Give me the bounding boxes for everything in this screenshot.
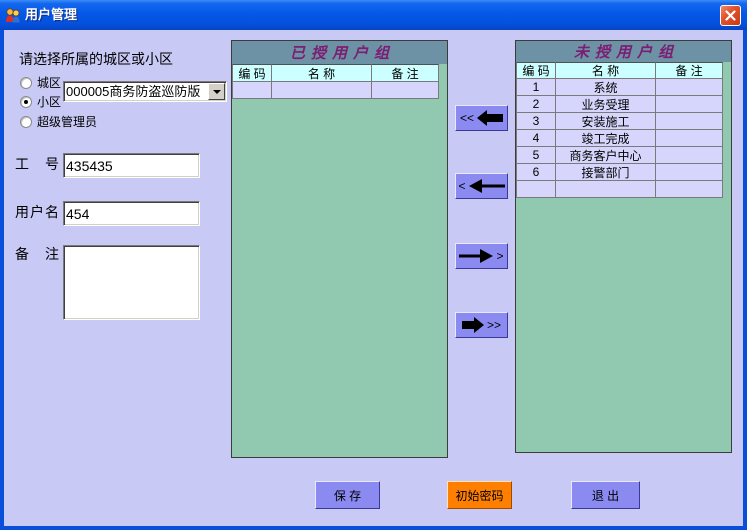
area-select[interactable]: 000005商务防盗巡防版 <box>63 81 227 102</box>
column-header-code: 编 码 <box>516 62 556 79</box>
group-name-cell[interactable]: 系统 <box>556 79 656 96</box>
user-management-window: 用户管理 请选择所属的城区或小区 城区 小区 超级管理员 000005商务防盗巡… <box>0 0 747 530</box>
title-bar[interactable]: 用户管理 <box>0 0 747 30</box>
group-note-cell[interactable] <box>656 79 723 96</box>
group-name-cell[interactable]: 安装施工 <box>556 113 656 130</box>
group-code-cell[interactable] <box>232 82 272 99</box>
group-note-cell[interactable] <box>656 147 723 164</box>
reset-password-button[interactable]: 初始密码 <box>447 481 512 509</box>
remark-label: 备 注 <box>15 246 60 262</box>
table-row[interactable]: 4 竣工完成 <box>516 130 723 147</box>
column-header-name: 名 称 <box>272 64 372 82</box>
group-name-cell[interactable]: 业务受理 <box>556 96 656 113</box>
group-code-cell[interactable]: 2 <box>516 96 556 113</box>
radio-label: 超级管理员 <box>37 115 98 129</box>
table-row[interactable]: 2 业务受理 <box>516 96 723 113</box>
add-group-button[interactable]: < <box>455 173 508 199</box>
group-code-cell[interactable]: 3 <box>516 113 556 130</box>
area-select-dropdown-button[interactable] <box>208 83 225 100</box>
table-row[interactable]: 1 系统 <box>516 79 723 96</box>
group-name-cell[interactable]: 接警部门 <box>556 164 656 181</box>
exit-button[interactable]: 退 出 <box>571 481 640 509</box>
group-name-cell[interactable] <box>556 181 656 198</box>
group-name-cell[interactable] <box>272 82 372 99</box>
username-label: 用户名 <box>15 204 60 220</box>
group-note-cell[interactable] <box>656 96 723 113</box>
left-block-arrow-icon <box>477 110 503 126</box>
radio-label: 小区 <box>37 95 62 109</box>
right-arrow-icon <box>459 249 494 263</box>
granted-groups-grid[interactable]: 已授用户组 编 码 名 称 备 注 <box>231 40 448 458</box>
remove-all-groups-button[interactable]: >> <box>455 312 508 338</box>
remove-all-label: >> <box>486 318 501 332</box>
group-code-cell[interactable] <box>516 181 556 198</box>
group-note-cell[interactable] <box>372 82 439 99</box>
add-one-label: < <box>458 179 466 193</box>
group-code-cell[interactable]: 5 <box>516 147 556 164</box>
left-arrow-icon <box>468 179 505 193</box>
table-row[interactable]: 3 安装施工 <box>516 113 723 130</box>
window-title: 用户管理 <box>25 7 78 22</box>
grid-title: 已授用户组 <box>289 44 395 62</box>
table-row[interactable]: 6 接警部门 <box>516 164 723 181</box>
table-row[interactable] <box>516 181 723 198</box>
column-header-note: 备 注 <box>656 62 723 79</box>
column-header-note: 备 注 <box>372 64 439 82</box>
employee-no-field[interactable] <box>63 153 200 178</box>
grid-header-row: 编 码 名 称 备 注 <box>516 62 723 79</box>
save-button[interactable]: 保 存 <box>315 481 380 509</box>
close-icon <box>725 10 736 21</box>
close-button[interactable] <box>720 5 741 26</box>
grid-title-band: 已授用户组 <box>232 41 447 64</box>
table-row[interactable]: 5 商务客户中心 <box>516 147 723 164</box>
scope-prompt: 请选择所属的城区或小区 <box>19 51 173 67</box>
add-all-label: << <box>459 111 474 125</box>
group-name-cell[interactable]: 竣工完成 <box>556 130 656 147</box>
add-all-groups-button[interactable]: << <box>455 105 508 131</box>
grid-header-row: 编 码 名 称 备 注 <box>232 64 439 82</box>
group-code-cell[interactable]: 6 <box>516 164 556 181</box>
remove-one-label: > <box>496 249 504 263</box>
table-row[interactable] <box>232 82 439 99</box>
remove-group-button[interactable]: > <box>455 243 508 269</box>
radio-button[interactable] <box>20 116 32 128</box>
column-header-code: 编 码 <box>232 64 272 82</box>
dropdown-arrow-icon <box>212 89 221 94</box>
radio-button[interactable] <box>20 96 32 108</box>
radio-super-admin[interactable]: 超级管理员 <box>20 115 97 129</box>
right-block-arrow-icon <box>461 317 484 333</box>
grid-title: 未授用户组 <box>573 43 679 61</box>
group-code-cell[interactable]: 1 <box>516 79 556 96</box>
radio-label: 城区 <box>37 76 62 90</box>
grid-title-band: 未授用户组 <box>516 41 731 62</box>
username-field[interactable] <box>63 201 200 226</box>
group-code-cell[interactable]: 4 <box>516 130 556 147</box>
available-groups-grid[interactable]: 未授用户组 编 码 名 称 备 注 1 系统 2 业务受理 3 安装施工 4 竣… <box>515 40 732 453</box>
employee-no-label: 工 号 <box>15 156 60 172</box>
group-note-cell[interactable] <box>656 164 723 181</box>
users-icon <box>6 8 20 23</box>
group-note-cell[interactable] <box>656 181 723 198</box>
radio-community[interactable]: 小区 <box>20 95 61 109</box>
area-select-value: 000005商务防盗巡防版 <box>66 84 201 99</box>
radio-district[interactable]: 城区 <box>20 76 61 90</box>
remark-field[interactable] <box>63 245 200 320</box>
group-note-cell[interactable] <box>656 113 723 130</box>
column-header-name: 名 称 <box>556 62 656 79</box>
group-note-cell[interactable] <box>656 130 723 147</box>
group-name-cell[interactable]: 商务客户中心 <box>556 147 656 164</box>
radio-button[interactable] <box>20 77 32 89</box>
